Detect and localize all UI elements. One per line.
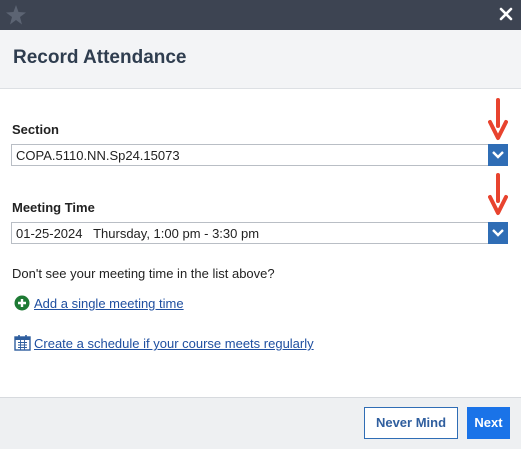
close-icon[interactable]	[496, 4, 516, 24]
plus-circle-icon[interactable]	[14, 295, 30, 311]
dialog-footer: Never Mind Next	[0, 397, 521, 449]
section-select[interactable]: COPA.5110.NN.Sp24.15073	[11, 144, 508, 166]
never-mind-button[interactable]: Never Mind	[364, 407, 458, 439]
meeting-time-label: Meeting Time	[12, 200, 95, 215]
meeting-time-select-value: 01-25-2024 Thursday, 1:00 pm - 3:30 pm	[16, 226, 260, 241]
meeting-time-dropdown-button[interactable]	[488, 222, 508, 244]
meeting-time-select[interactable]: 01-25-2024 Thursday, 1:00 pm - 3:30 pm	[11, 222, 508, 244]
annotation-arrow-icon	[488, 98, 508, 140]
dialog-titlebar	[0, 0, 521, 30]
section-select-value: COPA.5110.NN.Sp24.15073	[16, 148, 180, 163]
create-schedule-link[interactable]: Create a schedule if your course meets r…	[34, 336, 314, 351]
chevron-down-icon	[492, 229, 504, 237]
next-button[interactable]: Next	[467, 407, 510, 439]
annotation-arrow-icon	[488, 173, 508, 215]
dialog-header: Record Attendance	[0, 30, 521, 89]
calendar-icon[interactable]	[14, 334, 31, 351]
dialog-title: Record Attendance	[13, 47, 187, 68]
chevron-down-icon	[492, 151, 504, 159]
add-single-meeting-link[interactable]: Add a single meeting time	[34, 296, 184, 311]
section-label: Section	[12, 122, 59, 137]
star-logo-icon	[6, 5, 26, 25]
meeting-time-hint: Don't see your meeting time in the list …	[12, 266, 275, 281]
section-dropdown-button[interactable]	[488, 144, 508, 166]
